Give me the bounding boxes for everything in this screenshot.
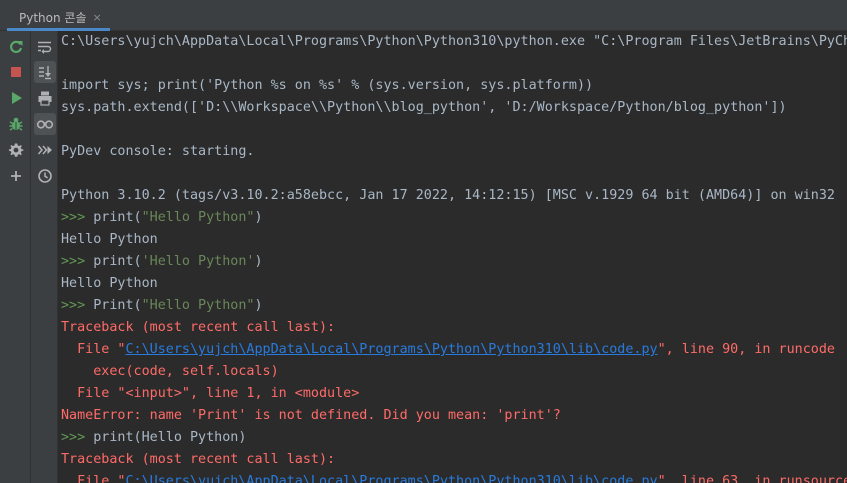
error-text: exec(code, self.locals): [61, 364, 279, 379]
prompt-marker: >>>: [61, 254, 94, 269]
output-text: Hello Python: [61, 276, 158, 291]
error-text: Traceback (most recent call last):: [61, 452, 336, 467]
console-line: sys.path.extend(['D:\\Workspace\\Python\…: [61, 97, 787, 119]
console-line: Hello Python: [61, 229, 158, 251]
scroll-to-end-icon: [39, 66, 51, 80]
console-line: Python 3.10.2 (tags/v3.10.2:a58ebcc, Jan…: [61, 185, 835, 207]
error-text: ", line 90, in runcode: [657, 342, 835, 357]
add-button[interactable]: [5, 165, 27, 187]
soft-wrap-button[interactable]: [34, 36, 56, 58]
rerun-button[interactable]: [5, 36, 27, 58]
add-plus-icon: [11, 171, 21, 181]
console-line: exec(code, self.locals): [61, 361, 279, 383]
settings-gear-icon: [8, 143, 24, 157]
prompt-marker: >>>: [61, 298, 94, 313]
output-text: ): [254, 254, 263, 269]
output-text: Python 3.10.2 (tags/v3.10.2:a58ebcc, Jan…: [61, 188, 835, 203]
scroll-to-end-button[interactable]: [34, 61, 56, 83]
show-variables-icon: [36, 120, 54, 129]
console-output[interactable]: C:\Users\yujch\AppData\Local\Programs\Py…: [58, 31, 847, 483]
error-text: File ": [61, 474, 126, 483]
error-text: File "<input>", line 1, in <module>: [61, 386, 360, 401]
run-button[interactable]: [5, 87, 27, 109]
close-icon[interactable]: ×: [93, 12, 102, 23]
history-clock-icon: [38, 169, 52, 183]
output-text: Print(: [93, 298, 142, 313]
output-text: print(: [93, 210, 142, 225]
output-text: C:\Users\yujch\AppData\Local\Programs\Py…: [61, 34, 847, 49]
output-text: print(: [93, 254, 142, 269]
debug-bug-icon: [9, 117, 23, 131]
prompt-marker: >>>: [61, 430, 94, 445]
output-text: print(Hello Python): [93, 430, 247, 445]
run-icon: [12, 92, 22, 104]
console-line: Hello Python: [61, 273, 158, 295]
soft-wrap-icon: [38, 41, 52, 54]
execute-code-icon: [37, 145, 52, 155]
prompt-marker: >>>: [61, 210, 94, 225]
console-line: >>> print('Hello Python'): [61, 251, 263, 273]
error-text: ", line 63, in runsource: [657, 474, 847, 483]
string-literal: "Hello Python": [141, 210, 255, 225]
output-text: Hello Python: [61, 232, 158, 247]
console-line: File "C:\Users\yujch\AppData\Local\Progr…: [61, 471, 847, 483]
debug-button[interactable]: [5, 113, 27, 135]
stop-button[interactable]: [5, 61, 27, 83]
tab-label: Python 콘솔: [19, 11, 87, 25]
tab-python-console[interactable]: Python 콘솔 ×: [7, 7, 110, 31]
output-text: PyDev console: starting.: [61, 144, 255, 159]
string-literal: "Hello Python": [141, 298, 255, 313]
console-line: import sys; print('Python %s on %s' % (s…: [61, 75, 593, 97]
output-text: import sys; print('Python %s on %s' % (s…: [61, 78, 594, 93]
error-text: Traceback (most recent call last):: [61, 320, 336, 335]
console-actions-toolbar: [0, 31, 31, 483]
console-view-toolbar: [31, 31, 58, 483]
rerun-icon: [10, 40, 23, 53]
execute-code-button[interactable]: [34, 139, 56, 161]
file-link[interactable]: C:\Users\yujch\AppData\Local\Programs\Py…: [126, 474, 658, 483]
console-line: File "C:\Users\yujch\AppData\Local\Progr…: [61, 339, 835, 361]
stop-icon: [11, 67, 21, 77]
console-line: >>> Print("Hello Python"): [61, 295, 263, 317]
print-button[interactable]: [34, 87, 56, 109]
console-line: >>> print("Hello Python"): [61, 207, 263, 229]
settings-button[interactable]: [5, 139, 27, 161]
output-text: sys.path.extend(['D:\\Workspace\\Python\…: [61, 100, 787, 115]
output-text: ): [254, 210, 263, 225]
file-link[interactable]: C:\Users\yujch\AppData\Local\Programs\Py…: [126, 342, 658, 357]
show-variables-button[interactable]: [34, 113, 56, 135]
console-line: File "<input>", line 1, in <module>: [61, 383, 359, 405]
console-line: NameError: name 'Print' is not defined. …: [61, 405, 561, 427]
error-text: File ": [61, 342, 126, 357]
string-literal: 'Hello Python': [141, 254, 255, 269]
history-button[interactable]: [34, 165, 56, 187]
console-tab-bar: Python 콘솔 ×: [0, 0, 847, 31]
console-line: Traceback (most recent call last):: [61, 317, 335, 339]
console-line: C:\Users\yujch\AppData\Local\Programs\Py…: [61, 31, 847, 53]
console-line: PyDev console: starting.: [61, 141, 254, 163]
error-text: NameError: name 'Print' is not defined. …: [61, 408, 561, 423]
print-icon: [38, 91, 52, 106]
output-text: ): [254, 298, 263, 313]
console-line: Traceback (most recent call last):: [61, 449, 335, 471]
console-line: >>> print(Hello Python): [61, 427, 246, 449]
